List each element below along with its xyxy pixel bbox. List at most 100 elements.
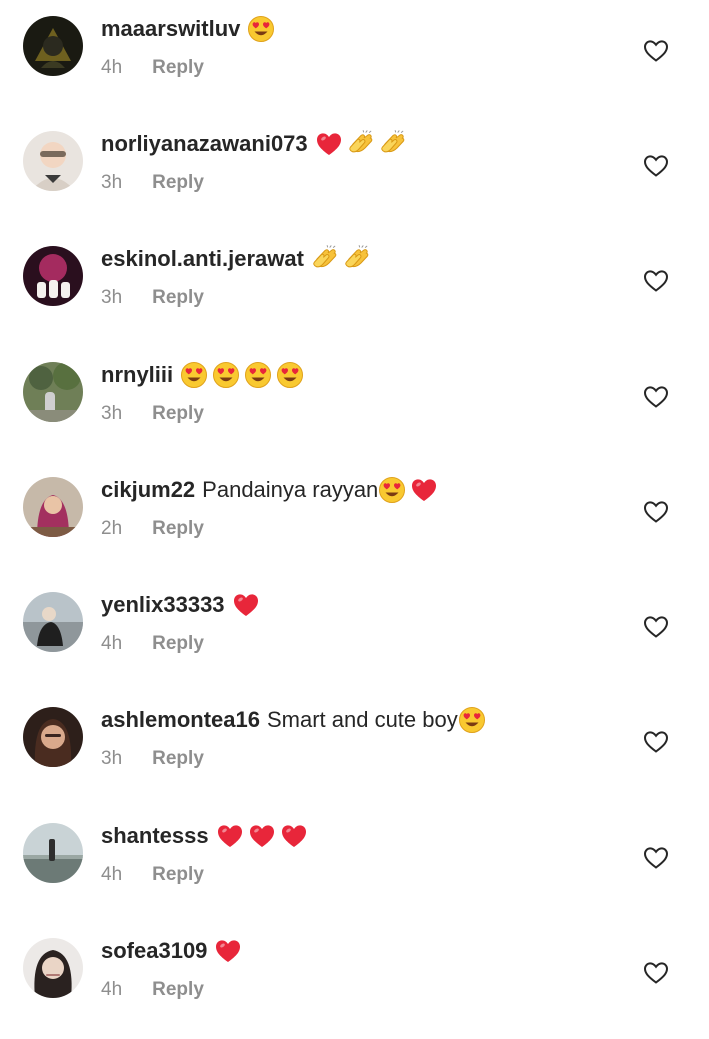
avatar[interactable] (23, 707, 83, 767)
comment-timestamp: 3h (101, 748, 123, 769)
comment-username[interactable]: nrnyliii (101, 360, 173, 390)
heart-eyes-icon (247, 15, 275, 43)
heart-outline-icon (643, 386, 669, 408)
like-button[interactable] (643, 961, 669, 985)
avatar[interactable] (23, 362, 83, 422)
comment-username[interactable]: eskinol.anti.jerawat (101, 244, 304, 274)
avatar[interactable] (23, 823, 83, 883)
clapping-hands-icon (311, 245, 339, 273)
avatar[interactable] (23, 477, 83, 537)
comment-timestamp: 4h (101, 633, 123, 654)
comment-item: eskinol.anti.jerawat 3h Reply (0, 244, 709, 347)
comment-line: yenlix33333 (101, 590, 260, 620)
reply-button[interactable]: Reply (152, 864, 204, 886)
avatar[interactable] (23, 592, 83, 652)
comment-item: maaarswitluv 4h Reply (0, 14, 709, 117)
heart-eyes-icon (378, 476, 406, 504)
comment-item: yenlix33333 4h Reply (0, 590, 709, 693)
like-button[interactable] (643, 154, 669, 178)
comment-item: ashlemontea16 Smart and cute boy 3h Repl… (0, 705, 709, 808)
heart-eyes-icon (244, 361, 272, 389)
comment-timestamp: 3h (101, 172, 123, 193)
red-heart-icon (232, 591, 260, 619)
heart-outline-icon (643, 40, 669, 62)
like-button[interactable] (643, 385, 669, 409)
reply-button[interactable]: Reply (152, 979, 204, 1001)
comment-list: maaarswitluv 4h Reply norliyanazawani073… (0, 0, 709, 1024)
reply-button[interactable]: Reply (152, 287, 204, 309)
red-heart-icon (315, 130, 343, 158)
reply-button[interactable]: Reply (152, 403, 204, 425)
red-heart-icon (214, 937, 242, 965)
red-heart-icon (216, 822, 244, 850)
comment-timestamp: 3h (101, 287, 123, 308)
comment-timestamp: 2h (101, 518, 123, 539)
comment-line: nrnyliii (101, 360, 304, 390)
reply-button[interactable]: Reply (152, 518, 204, 540)
comment-username[interactable]: cikjum22 (101, 475, 195, 505)
red-heart-icon (410, 476, 438, 504)
emoji-row (216, 822, 308, 850)
comment-timestamp: 4h (101, 979, 123, 1000)
reply-button[interactable]: Reply (152, 748, 204, 770)
comment-meta: 4h Reply (101, 864, 204, 886)
heart-outline-icon (643, 847, 669, 869)
heart-outline-icon (643, 962, 669, 984)
comment-meta: 4h Reply (101, 57, 204, 79)
comment-line: sofea3109 (101, 936, 242, 966)
comment-username[interactable]: norliyanazawani073 (101, 129, 308, 159)
heart-eyes-icon (276, 361, 304, 389)
comment-meta: 2h Reply (101, 518, 204, 540)
comment-text: Smart and cute boy (266, 707, 458, 732)
clapping-hands-icon (347, 130, 375, 158)
comment-username[interactable]: ashlemontea16 (101, 705, 260, 735)
heart-outline-icon (643, 155, 669, 177)
comment-username[interactable]: sofea3109 (101, 936, 207, 966)
emoji-row (458, 706, 486, 734)
avatar[interactable] (23, 131, 83, 191)
clapping-hands-icon (379, 130, 407, 158)
red-heart-icon (280, 822, 308, 850)
red-heart-icon (248, 822, 276, 850)
comment-line: maaarswitluv (101, 14, 275, 44)
like-button[interactable] (643, 269, 669, 293)
comment-item: norliyanazawani073 3h Reply (0, 129, 709, 232)
reply-button[interactable]: Reply (152, 172, 204, 194)
emoji-row (214, 937, 242, 965)
avatar[interactable] (23, 938, 83, 998)
heart-eyes-icon (458, 706, 486, 734)
heart-eyes-icon (180, 361, 208, 389)
comment-line: cikjum22 Pandainya rayyan (101, 475, 438, 505)
comment-username[interactable]: yenlix33333 (101, 590, 225, 620)
comment-meta: 3h Reply (101, 287, 204, 309)
like-button[interactable] (643, 39, 669, 63)
avatar[interactable] (23, 246, 83, 306)
comment-timestamp: 4h (101, 57, 123, 78)
comment-item: cikjum22 Pandainya rayyan 2h Reply (0, 475, 709, 578)
comment-item: nrnyliii 3h Reply (0, 360, 709, 463)
comment-meta: 4h Reply (101, 633, 204, 655)
comment-meta: 3h Reply (101, 403, 204, 425)
comment-line: ashlemontea16 Smart and cute boy (101, 705, 486, 735)
like-button[interactable] (643, 615, 669, 639)
comment-line: eskinol.anti.jerawat (101, 244, 371, 274)
comment-meta: 4h Reply (101, 979, 204, 1001)
like-button[interactable] (643, 500, 669, 524)
comment-username[interactable]: maaarswitluv (101, 14, 240, 44)
comment-item: sofea3109 4h Reply (0, 936, 709, 1039)
reply-button[interactable]: Reply (152, 57, 204, 79)
comment-timestamp: 4h (101, 864, 123, 885)
heart-outline-icon (643, 501, 669, 523)
avatar[interactable] (23, 16, 83, 76)
comment-meta: 3h Reply (101, 748, 204, 770)
reply-button[interactable]: Reply (152, 633, 204, 655)
emoji-row (315, 130, 407, 158)
heart-outline-icon (643, 270, 669, 292)
emoji-row (180, 361, 304, 389)
comment-username[interactable]: shantesss (101, 821, 209, 851)
comment-line: shantesss (101, 821, 308, 851)
like-button[interactable] (643, 846, 669, 870)
heart-eyes-icon (212, 361, 240, 389)
heart-outline-icon (643, 616, 669, 638)
like-button[interactable] (643, 730, 669, 754)
